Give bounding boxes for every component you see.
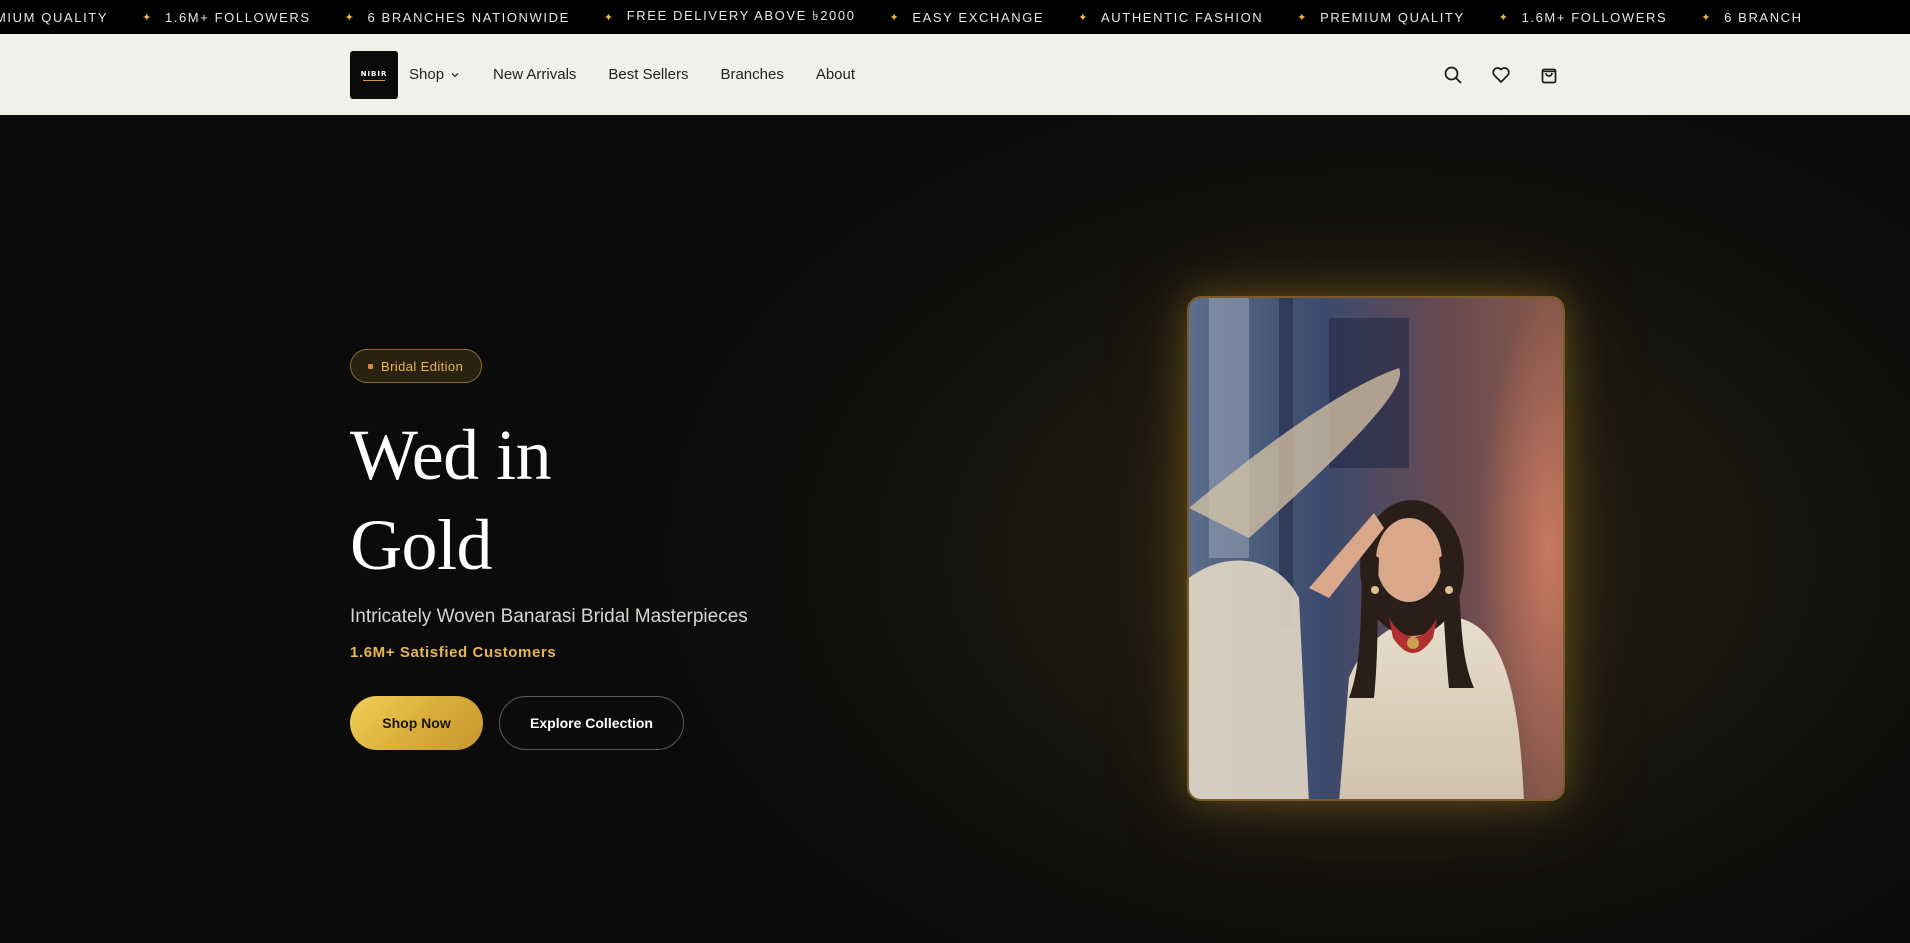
site-header: NIBIR Shop New Arrivals Best Sellers Bra… — [0, 34, 1910, 115]
nav-shop-label: Shop — [409, 66, 445, 83]
bridal-model-photo — [1189, 298, 1563, 799]
chevron-down-icon — [451, 72, 459, 77]
marquee-item-label: EASY EXCHANGE — [912, 9, 1045, 25]
sparkle-icon: ✦ — [142, 11, 153, 24]
sparkle-icon: ✦ — [1701, 11, 1713, 24]
sparkle-icon: ✦ — [1078, 11, 1090, 24]
shopping-bag-icon — [1541, 68, 1557, 83]
cart-button[interactable] — [1538, 64, 1560, 86]
sparkle-icon: ✦ — [603, 11, 615, 24]
marquee-item: ✦ EASY EXCHANGE — [890, 10, 1045, 25]
customers-count: 1.6M+ Satisfied Customers — [350, 644, 557, 661]
marquee-item-label: 6 BRANCH — [1724, 9, 1803, 25]
nav-new-arrivals[interactable]: New Arrivals — [493, 66, 576, 83]
marquee-item-label: PREMIUM QUALITY — [1320, 9, 1465, 25]
hero-section: Bridal Edition Wed in Gold Intricately W… — [0, 115, 1910, 943]
marquee-item: ✦ 1.6M+ FOLLOWERS — [1499, 10, 1668, 25]
shop-now-button[interactable]: Shop Now — [350, 696, 483, 750]
sparkle-icon: ✦ — [1498, 11, 1510, 24]
announcement-marquee: MIUM QUALITY ✦ 1.6M+ FOLLOWERS ✦ 6 BRANCHES … — [0, 0, 1910, 34]
marquee-item: ✦ AUTHENTIC FASHION — [1078, 10, 1263, 25]
sparkle-icon: ✦ — [889, 11, 901, 24]
hero-subtitle: Intricately Woven Banarasi Bridal Master… — [350, 606, 748, 627]
hero-title-line1: Wed in — [350, 415, 552, 495]
nav-about[interactable]: About — [816, 66, 855, 83]
nav-shop[interactable]: Shop — [409, 66, 460, 83]
header-actions — [1442, 34, 1560, 115]
nav-branches[interactable]: Branches — [720, 66, 783, 83]
logo-text: NIBIR — [360, 69, 388, 78]
heart-icon — [1492, 66, 1510, 83]
marquee-item-label: 6 BRANCHES NATIONWIDE — [367, 9, 570, 25]
brand-logo[interactable]: NIBIR — [350, 51, 398, 99]
marquee-item: ✦ FREE DELIVERY ABOVE ৳2000 — [604, 7, 856, 28]
logo-underline — [363, 79, 385, 81]
search-icon — [1444, 66, 1462, 83]
search-button[interactable] — [1442, 64, 1464, 86]
marquee-item: ✦ 6 BRANCH — [1701, 10, 1802, 25]
explore-collection-button[interactable]: Explore Collection — [499, 696, 684, 750]
marquee-item-label: 1.6M+ FOLLOWERS — [1521, 9, 1668, 25]
hero-image — [1187, 296, 1565, 801]
sparkle-icon: ✦ — [344, 11, 356, 24]
edition-badge: Bridal Edition — [350, 349, 483, 383]
main-nav: Shop New Arrivals Best Sellers Branches … — [409, 34, 887, 115]
hero-title-line2: Gold — [350, 505, 493, 585]
nav-best-sellers[interactable]: Best Sellers — [608, 66, 688, 83]
marquee-track: MIUM QUALITY ✦ 1.6M+ FOLLOWERS ✦ 6 BRANCHES … — [0, 0, 1837, 34]
marquee-item: ✦ 6 BRANCHES NATIONWIDE — [345, 10, 570, 25]
marquee-item-label: AUTHENTIC FASHION — [1101, 9, 1264, 25]
marquee-item-label: FREE DELIVERY ABOVE ৳2000 — [626, 7, 856, 23]
marquee-item-label: 1.6M+ FOLLOWERS — [164, 9, 311, 25]
marquee-item-label: MIUM QUALITY — [0, 9, 109, 25]
hero-title: Wed in Gold — [350, 410, 552, 590]
marquee-item: MIUM QUALITY — [0, 10, 108, 25]
wishlist-button[interactable] — [1490, 64, 1512, 86]
badge-dot — [368, 363, 373, 369]
badge-label: Bridal Edition — [381, 358, 464, 374]
sparkle-icon: ✦ — [1297, 11, 1309, 24]
marquee-item: ✦ PREMIUM QUALITY — [1297, 10, 1464, 25]
marquee-item: ✦ 1.6M+ FOLLOWERS — [142, 10, 311, 25]
